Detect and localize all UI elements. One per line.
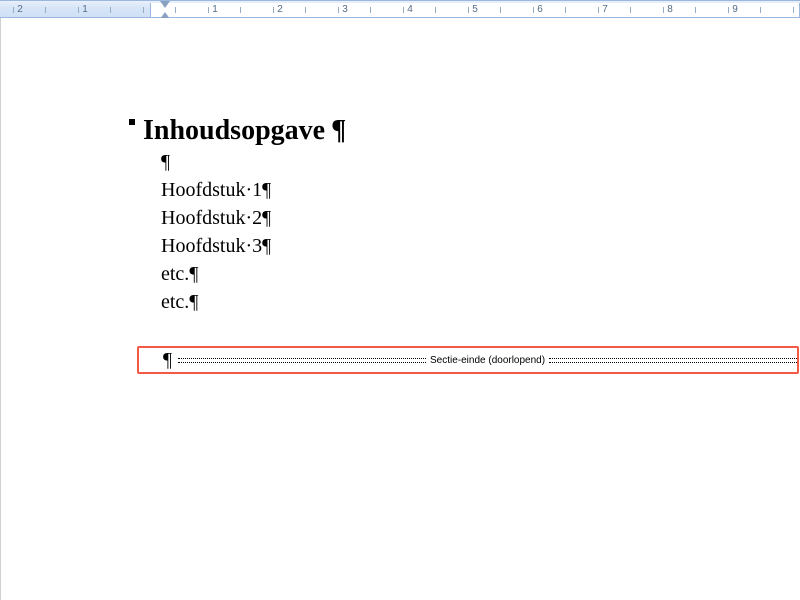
- section-break-label: Sectie-einde (doorlopend): [426, 355, 549, 366]
- ruler-number: 2: [17, 3, 23, 17]
- ruler-tick-minor: [240, 7, 241, 13]
- ruler-number: 6: [537, 3, 543, 17]
- document-content[interactable]: Inhoudsopgave¶ ¶ Hoofdstuk·1¶ Hoofdstuk·…: [141, 113, 781, 316]
- ruler-tick-minor: [110, 7, 111, 13]
- pilcrow-icon: ¶: [262, 179, 271, 201]
- paragraph-line[interactable]: etc.¶: [141, 288, 781, 316]
- ruler-tick-minor: [435, 7, 436, 13]
- ruler-number: 1: [212, 3, 218, 17]
- paragraph-line[interactable]: Hoofdstuk·3¶: [141, 232, 781, 260]
- pilcrow-icon: ¶: [331, 113, 346, 148]
- pilcrow-icon: ¶: [262, 207, 271, 229]
- ruler-number: 3: [342, 3, 348, 17]
- first-line-indent-marker[interactable]: [160, 1, 170, 8]
- pilcrow-icon: ¶: [189, 291, 198, 313]
- ruler-tick-minor: [305, 7, 306, 13]
- pilcrow-icon: ¶: [139, 349, 178, 372]
- section-break-line-icon: [178, 355, 426, 365]
- ruler-number: 8: [667, 3, 673, 17]
- ruler-tick-minor: [565, 7, 566, 13]
- ruler-tick-minor: [45, 7, 46, 13]
- ruler-number: 2: [277, 3, 283, 17]
- ruler-tick-minor: [728, 7, 729, 13]
- paragraph-line[interactable]: Hoofdstuk·2¶: [141, 204, 781, 232]
- ruler-number: 9: [732, 3, 738, 17]
- para-text: Hoofdstuk·2: [161, 207, 262, 229]
- page[interactable]: Inhoudsopgave¶ ¶ Hoofdstuk·1¶ Hoofdstuk·…: [0, 18, 800, 600]
- paragraph-line[interactable]: Hoofdstuk·1¶: [141, 176, 781, 204]
- section-break-line-icon: [549, 355, 797, 365]
- ruler-tick-minor: [663, 7, 664, 13]
- ruler-tick-minor: [500, 7, 501, 13]
- ruler-tick-minor: [78, 7, 79, 13]
- ruler-number: 7: [602, 3, 608, 17]
- ruler-tick-minor: [695, 7, 696, 13]
- ruler-tick-minor: [760, 7, 761, 13]
- heading-title[interactable]: Inhoudsopgave¶: [141, 113, 781, 148]
- ruler-tick-minor: [370, 7, 371, 13]
- paragraph-empty[interactable]: ¶: [141, 148, 781, 176]
- ruler-tick-minor: [273, 7, 274, 13]
- pilcrow-icon: ¶: [189, 263, 198, 285]
- ruler-tick-minor: [793, 7, 794, 13]
- ruler-tick-minor: [533, 7, 534, 13]
- ruler-tick-minor: [13, 7, 14, 13]
- title-text: Inhoudsopgave: [143, 113, 325, 148]
- pilcrow-icon: ¶: [161, 151, 170, 173]
- heading-bullet-icon: [129, 119, 135, 125]
- ruler-tick-minor: [403, 7, 404, 13]
- section-break-highlight: ¶ Sectie-einde (doorlopend): [137, 346, 799, 374]
- ruler-tick-minor: [598, 7, 599, 13]
- ruler-tick-minor: [338, 7, 339, 13]
- horizontal-ruler[interactable]: 2 1 1 2 3 4 5 6 7 8 9: [0, 0, 800, 18]
- ruler-tick-minor: [143, 7, 144, 13]
- ruler-number: 4: [407, 3, 413, 17]
- paragraph-line[interactable]: etc.¶: [141, 260, 781, 288]
- ruler-tick-minor: [175, 7, 176, 13]
- ruler-tick-minor: [468, 7, 469, 13]
- pilcrow-icon: ¶: [262, 235, 271, 257]
- ruler-number: 1: [82, 3, 88, 17]
- ruler-tick-minor: [208, 7, 209, 13]
- para-text: Hoofdstuk·3: [161, 235, 262, 257]
- para-text: etc.: [161, 263, 189, 285]
- ruler-tick-minor: [630, 7, 631, 13]
- para-text: etc.: [161, 291, 189, 313]
- document-area[interactable]: Inhoudsopgave¶ ¶ Hoofdstuk·1¶ Hoofdstuk·…: [0, 18, 800, 600]
- ruler-number: 5: [472, 3, 478, 17]
- para-text: Hoofdstuk·1: [161, 179, 262, 201]
